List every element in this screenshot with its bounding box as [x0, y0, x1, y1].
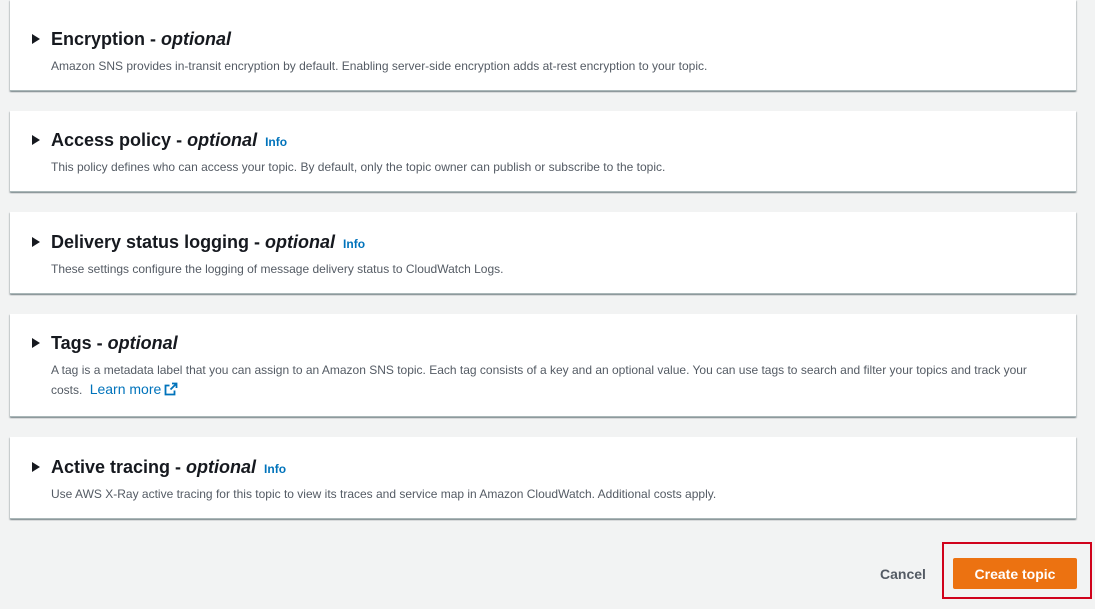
section-description: These settings configure the logging of … — [51, 262, 504, 276]
caret-right-icon[interactable] — [32, 338, 40, 348]
access-policy-expander[interactable]: Access policy - optional Info — [32, 130, 1036, 154]
active-tracing-expander[interactable]: Active tracing - optional Info — [32, 457, 1036, 481]
access-policy-section: Access policy - optional Info This polic… — [10, 111, 1076, 192]
caret-right-icon[interactable] — [32, 135, 40, 145]
section-title[interactable]: Active tracing - optional — [51, 457, 256, 478]
info-link[interactable]: Info — [343, 237, 365, 251]
section-title[interactable]: Tags - optional — [51, 333, 178, 354]
external-link-icon[interactable] — [164, 382, 178, 396]
section-description: A tag is a metadata label that you can a… — [51, 361, 1036, 400]
tags-description-text: A tag is a metadata label that you can a… — [51, 363, 1027, 397]
section-description: This policy defines who can access your … — [51, 160, 666, 174]
delivery-status-logging-expander[interactable]: Delivery status logging - optional Info — [32, 232, 1036, 256]
active-tracing-section: Active tracing - optional Info Use AWS X… — [10, 437, 1076, 519]
tags-expander[interactable]: Tags - optional — [32, 333, 1036, 357]
encryption-expander[interactable]: Encryption - optional — [32, 29, 1036, 53]
tags-section: Tags - optional A tag is a metadata labe… — [10, 314, 1076, 417]
section-title[interactable]: Delivery status logging - optional — [51, 232, 335, 253]
caret-right-icon[interactable] — [32, 237, 40, 247]
caret-right-icon[interactable] — [32, 34, 40, 44]
section-description: Use AWS X-Ray active tracing for this to… — [51, 487, 717, 501]
section-title[interactable]: Encryption - optional — [51, 29, 231, 50]
learn-more-link[interactable]: Learn more — [90, 381, 179, 397]
section-title[interactable]: Access policy - optional — [51, 130, 257, 151]
info-link[interactable]: Info — [264, 462, 286, 476]
create-topic-button[interactable]: Create topic — [953, 558, 1077, 589]
encryption-section: Encryption - optional Amazon SNS provide… — [10, 0, 1076, 91]
delivery-status-logging-section: Delivery status logging - optional Info … — [10, 212, 1076, 294]
caret-right-icon[interactable] — [32, 462, 40, 472]
cancel-button[interactable]: Cancel — [866, 562, 940, 586]
info-link[interactable]: Info — [265, 135, 287, 149]
section-description: Amazon SNS provides in-transit encryptio… — [51, 59, 708, 73]
